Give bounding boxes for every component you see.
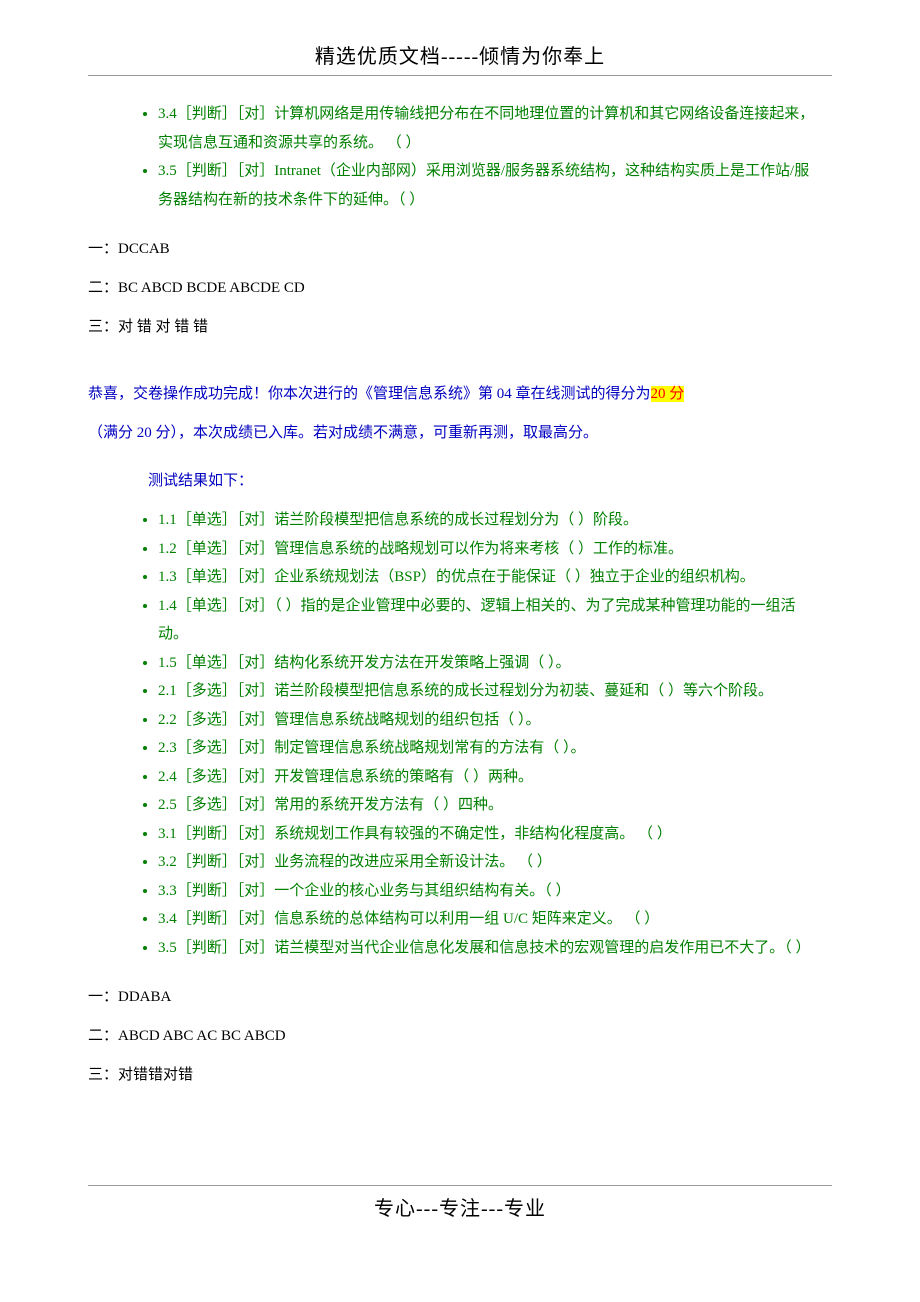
- list-item: 3.2［判断］［对］业务流程的改进应采用全新设计法。 （ ）: [158, 848, 832, 877]
- document-page: 精选优质文档-----倾情为你奉上 3.4［判断］［对］计算机网络是用传输线把分…: [0, 0, 920, 1261]
- answer-line: 一：DDABA: [88, 978, 832, 1017]
- answer-line: 二：BC ABCD BCDE ABCDE CD: [88, 269, 832, 308]
- congrats-text: 恭喜，交卷操作成功完成！你本次进行的《管理信息系统》第 04 章在线测试的得分为: [88, 386, 651, 402]
- list-item: 2.3［多选］［对］制定管理信息系统战略规划常有的方法有（ ）。: [158, 734, 832, 763]
- answer-line: 二：ABCD ABC AC BC ABCD: [88, 1017, 832, 1056]
- list-item: 2.1［多选］［对］诺兰阶段模型把信息系统的成长过程划分为初装、蔓延和（ ）等六…: [158, 677, 832, 706]
- answers-block-2: 一：DDABA 二：ABCD ABC AC BC ABCD 三：对错错对错: [88, 978, 832, 1095]
- congrats-text-2: （满分 20 分），本次成绩已入库。若对成绩不满意，可重新再测，取最高分。: [88, 414, 832, 453]
- top-question-list: 3.4［判断］［对］计算机网络是用传输线把分布在不同地理位置的计算机和其它网络设…: [88, 100, 832, 214]
- page-footer: 专心---专注---专业: [88, 1185, 832, 1221]
- list-item: 1.1［单选］［对］诺兰阶段模型把信息系统的成长过程划分为（ ）阶段。: [158, 506, 832, 535]
- score-highlight: 20 分: [651, 386, 685, 402]
- list-item: 3.5［判断］［对］Intranet（企业内部网）采用浏览器/服务器系统结构，这…: [158, 157, 832, 214]
- bottom-question-list: 1.1［单选］［对］诺兰阶段模型把信息系统的成长过程划分为（ ）阶段。1.2［单…: [88, 506, 832, 962]
- list-item: 3.1［判断］［对］系统规划工作具有较强的不确定性，非结构化程度高。 （ ）: [158, 820, 832, 849]
- list-item: 2.2［多选］［对］管理信息系统战略规划的组织包括（ ）。: [158, 706, 832, 735]
- list-item: 1.5［单选］［对］结构化系统开发方法在开发策略上强调（ ）。: [158, 649, 832, 678]
- list-item: 3.4［判断］［对］信息系统的总体结构可以利用一组 U/C 矩阵来定义。 （ ）: [158, 905, 832, 934]
- list-item: 1.4［单选］［对］（ ）指的是企业管理中必要的、逻辑上相关的、为了完成某种管理…: [158, 592, 832, 649]
- page-header: 精选优质文档-----倾情为你奉上: [88, 40, 832, 76]
- list-item: 3.4［判断］［对］计算机网络是用传输线把分布在不同地理位置的计算机和其它网络设…: [158, 100, 832, 157]
- congrats-block: 恭喜，交卷操作成功完成！你本次进行的《管理信息系统》第 04 章在线测试的得分为…: [88, 375, 832, 453]
- result-label: 测试结果如下：: [148, 469, 832, 490]
- answers-block-1: 一：DCCAB 二：BC ABCD BCDE ABCDE CD 三：对 错 对 …: [88, 230, 832, 347]
- answer-line: 一：DCCAB: [88, 230, 832, 269]
- answer-line: 三：对错错对错: [88, 1056, 832, 1095]
- list-item: 2.5［多选］［对］常用的系统开发方法有（ ）四种。: [158, 791, 832, 820]
- list-item: 3.3［判断］［对］一个企业的核心业务与其组织结构有关。（ ）: [158, 877, 832, 906]
- list-item: 1.2［单选］［对］管理信息系统的战略规划可以作为将来考核（ ）工作的标准。: [158, 535, 832, 564]
- list-item: 3.5［判断］［对］诺兰模型对当代企业信息化发展和信息技术的宏观管理的启发作用已…: [158, 934, 832, 963]
- answer-line: 三：对 错 对 错 错: [88, 308, 832, 347]
- list-item: 1.3［单选］［对］企业系统规划法（BSP）的优点在于能保证（ ）独立于企业的组…: [158, 563, 832, 592]
- list-item: 2.4［多选］［对］开发管理信息系统的策略有（ ）两种。: [158, 763, 832, 792]
